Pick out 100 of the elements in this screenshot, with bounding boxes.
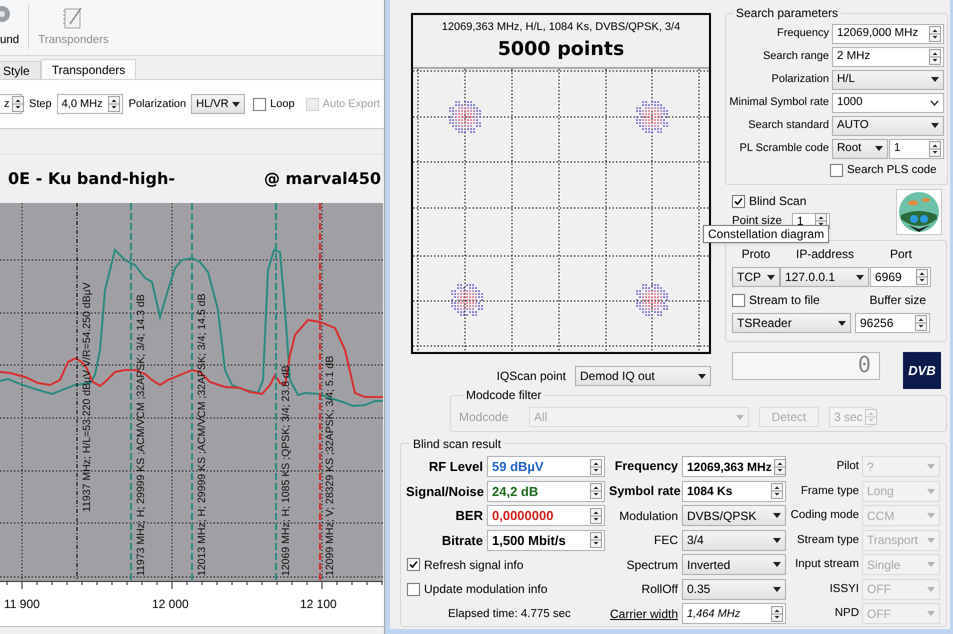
lcd-display: 0 [732,352,880,380]
signal-caption: 12069,363 MHz, H/L, 1084 Ks, DVBS/QPSK, 3/4 [442,20,680,35]
caret-icon [773,513,781,518]
spin-field[interactable]: 59 dBµV [487,456,605,478]
checkmark-icon [734,196,743,206]
spin-arrows-icon[interactable] [590,458,602,475]
chart-title: 0E - Ku band-high- [8,168,176,190]
spin-arrows-icon[interactable] [916,269,928,285]
spin-arrows-icon[interactable] [771,483,783,500]
spin-field[interactable]: 24,2 dB [487,480,605,502]
select-field[interactable]: 0.35 [682,578,786,600]
column-header: Port [888,246,913,263]
spin-field[interactable]: 0,0000000 [487,505,605,526]
spin-field[interactable]: 1,464 MHz [682,603,786,624]
marker-label: 12099 MHz; V; 28329 KS ;32APSK; 3/4; 5.1 dB [324,356,336,576]
field-label: Frame type [800,484,860,499]
field-label: Modcode [459,409,510,426]
select-field[interactable]: H/L [832,70,944,90]
spin-arrows-icon[interactable] [929,26,941,42]
field-label: FEC [653,532,679,550]
spin-arrows-icon[interactable] [108,96,120,112]
spin-arrows-icon[interactable] [590,532,602,548]
spin-field[interactable]: 12069,000 MHz [832,24,944,44]
spin-arrows-icon[interactable] [774,458,786,475]
caret-icon [927,464,935,470]
spin-arrows-icon[interactable] [929,48,941,64]
spin-arrows-icon[interactable] [915,315,927,331]
chevron-down-icon [930,100,939,106]
caret-icon [927,538,935,543]
field-label: Search range [762,49,829,64]
select-field[interactable]: TCP [732,267,780,287]
tooltip: Constellation diagram [703,225,830,243]
spin-field[interactable]: 2 MHz [832,46,944,66]
link[interactable]: Carrier width [609,604,682,623]
field-label: RF Level [428,458,484,476]
column-header: IP-address [794,246,856,263]
combo-field[interactable]: 1000 [832,92,944,112]
axis-label: 12 000 [152,596,189,613]
checkbox-label: Loop [270,96,295,112]
marker-label: 11973 MHz; H; 29999 KS ;ACM/VCM ;32APSK; 3/4; 14.3 dB [135,294,147,576]
spin-arrows-icon[interactable] [590,483,602,500]
field-label: Polarization [128,96,186,112]
checkbox-label: Stream to file [749,292,820,309]
spin-field[interactable]: 6969 [870,267,931,287]
checkbox[interactable] [253,98,266,110]
spin-field[interactable]: 1 [889,138,944,158]
spin-field[interactable]: z [0,94,22,114]
checkbox[interactable] [830,164,843,177]
chart-title: @ marval450 [264,168,381,190]
checkbox[interactable] [407,582,420,596]
caret-icon [736,414,744,420]
spin-field[interactable]: 12069,363 MHz [682,456,786,478]
checkbox[interactable] [732,194,745,208]
field-label: Symbol rate [609,482,682,500]
spin-field[interactable]: 4,0 MHz [56,94,123,114]
field-label: Search standard [747,118,829,134]
spin-arrows-icon[interactable] [771,606,783,622]
checkbox[interactable] [732,294,745,306]
field-label: ISSYI [828,582,860,597]
checkbox-label: Search PLS code [847,162,937,178]
group-title: Search parameters [735,5,840,22]
group-title: Modcode filter [465,387,542,404]
caret-icon [927,611,935,616]
marker-label: 11937 MHz; H/L=53.220 dBµV V/R=54.250 dBµV [81,282,93,512]
spin-arrows-icon[interactable] [929,140,941,156]
field-label: Coding mode [790,508,860,524]
field-label: Pilot [836,459,860,474]
spin-field[interactable]: 96256 [855,313,930,333]
spin-field[interactable]: 1,500 Mbit/s [487,530,605,551]
field-label: IQScan point [496,368,566,385]
caret-icon [698,374,706,378]
select-field[interactable]: 3/4 [682,530,786,551]
select-field[interactable]: HL/VR [191,94,246,114]
field-label: Stream type [796,532,860,548]
caret-icon [931,123,939,128]
checkmark-icon [409,560,418,570]
field-label: NPD [834,606,860,622]
spin-field[interactable]: 1084 Ks [682,480,786,502]
select-field[interactable]: Inverted [682,554,786,576]
select-field[interactable]: Root [832,138,888,158]
tab[interactable]: Style [0,61,41,79]
field-label: Buffer size [870,292,926,309]
tab[interactable]: Transponders [40,59,136,79]
select-field[interactable]: AUTO [832,116,944,136]
select-field[interactable]: 127.0.0.1 [780,267,869,287]
points-title: 5000 points [498,36,624,62]
field-label: Point size [732,215,782,227]
select-field[interactable]: TSReader [732,313,851,333]
column-header: Proto [740,246,772,263]
checkbox-label: Blind Scan [749,193,806,210]
select-field[interactable]: Demod IQ out [575,366,711,386]
checkbox[interactable] [407,558,420,572]
spin-arrows-icon[interactable] [590,508,602,524]
spin-arrows-icon[interactable] [12,96,24,112]
field-label: Bitrate [440,532,484,550]
caret-icon [773,538,781,543]
toolbar-button[interactable]: und [0,0,20,52]
select-field[interactable]: DVBS/QPSK [682,505,786,526]
caret-icon [856,274,864,280]
checkbox-label: Refresh signal info [424,556,524,574]
